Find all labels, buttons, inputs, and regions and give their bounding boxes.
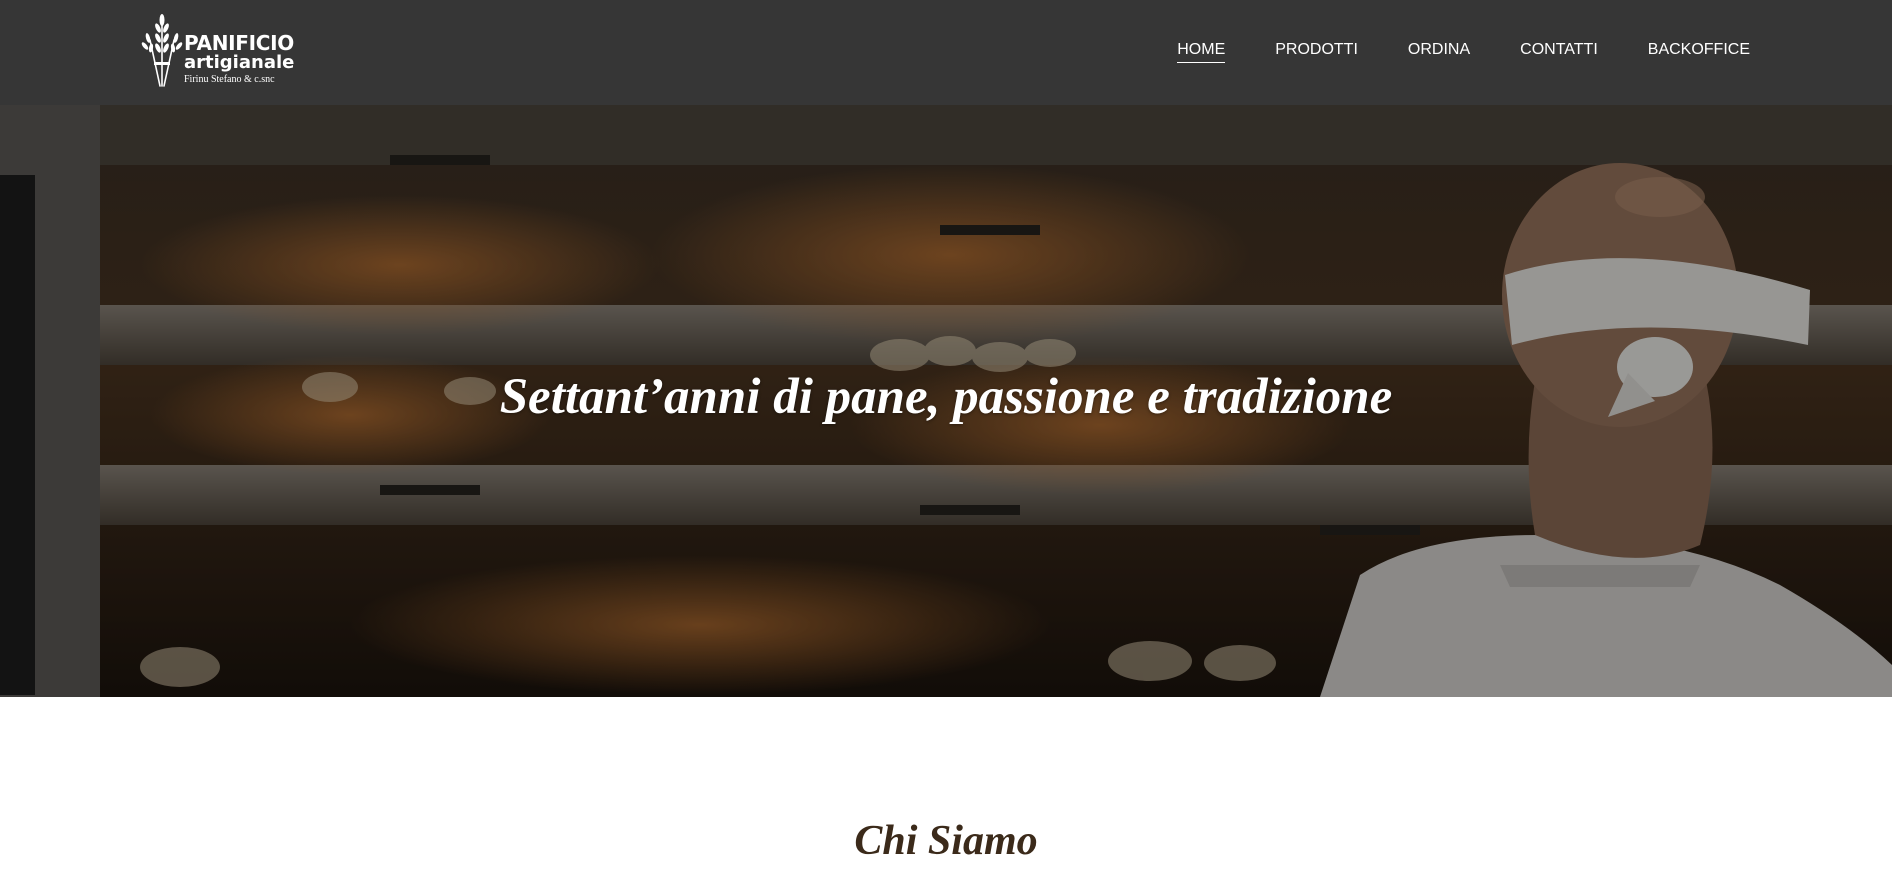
wheat-icon (141, 14, 183, 87)
about-title: Chi Siamo (854, 818, 1038, 864)
nav-item-ordina[interactable]: ORDINA (1408, 40, 1470, 63)
site-header: PANIFICIO artigianale Firinu Stefano & c… (0, 0, 1892, 105)
brand-subtitle: artigianale (184, 52, 295, 73)
brand-logo[interactable]: PANIFICIO artigianale Firinu Stefano & c… (140, 12, 294, 90)
brand-company: Firinu Stefano & c.snc (184, 74, 275, 85)
nav-item-contatti[interactable]: CONTATTI (1520, 40, 1598, 63)
hero-title: Settant’anni di pane, passione e tradizi… (499, 369, 1393, 425)
brand-name: PANIFICIO (184, 31, 295, 55)
hero-banner: Settant’anni di pane, passione e tradizi… (0, 105, 1892, 697)
nav-item-home[interactable]: HOME (1177, 40, 1226, 63)
nav-item-backoffice[interactable]: BACKOFFICE (1648, 40, 1750, 63)
main-nav: HOME PRODOTTI ORDINA CONTATTI BACKOFFICE (1127, 40, 1750, 63)
brand-wordmark: PANIFICIO artigianale Firinu Stefano & c… (184, 32, 294, 87)
nav-item-prodotti[interactable]: PRODOTTI (1275, 40, 1358, 63)
